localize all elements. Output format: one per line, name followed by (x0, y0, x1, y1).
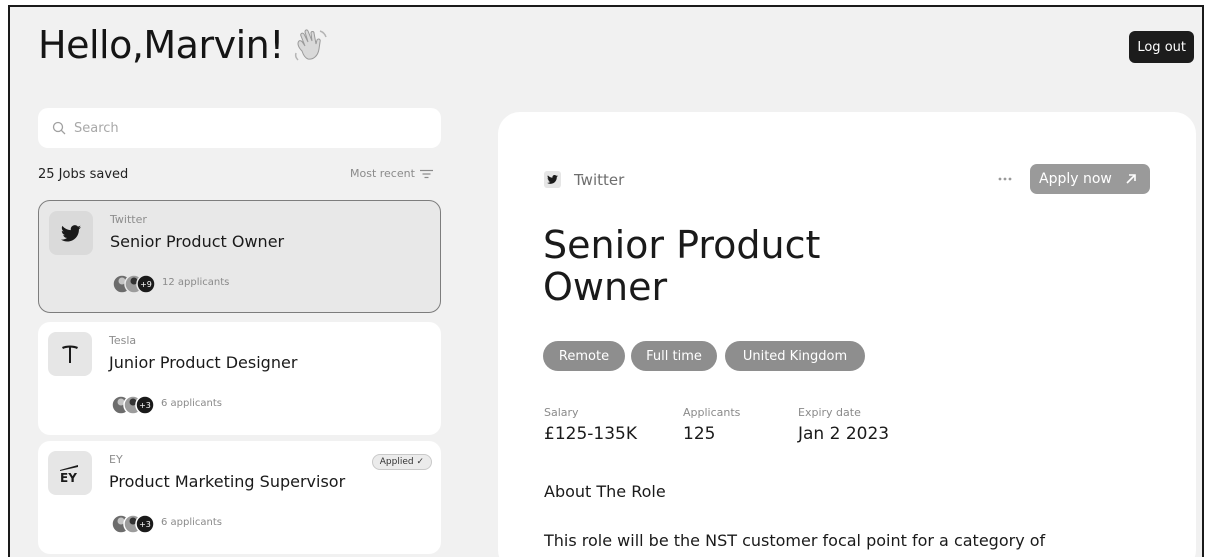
job-card[interactable]: Twitter Senior Product Owner +9 12 appli… (38, 200, 441, 313)
search-input[interactable] (74, 120, 434, 136)
applicants-count: 6 applicants (161, 398, 223, 409)
apply-now-button[interactable]: Apply now (1030, 164, 1150, 194)
job-title: Senior Product Owner (110, 232, 285, 251)
job-card[interactable]: Tesla Junior Product Designer +3 6 appli… (38, 322, 441, 435)
applicants-label: Applicants (683, 406, 741, 419)
search-icon (52, 121, 66, 135)
detail-company-name: Twitter (574, 171, 625, 189)
tag-remote: Remote (543, 341, 625, 371)
apply-now-label: Apply now (1039, 171, 1112, 187)
expiry-date-label: Expiry date (798, 406, 861, 419)
salary-value: £125-135K (544, 424, 637, 444)
logout-button[interactable]: Log out (1129, 31, 1194, 63)
salary-label: Salary (544, 406, 579, 419)
app-frame: Hello,Marvin! Log out 25 Jobs saved Most… (8, 5, 1204, 557)
extra-avatars-count: +3 (139, 401, 151, 410)
expiry-date-value: Jan 2 2023 (798, 424, 890, 444)
tag-full-time: Full time (631, 341, 717, 371)
job-title: Junior Product Designer (109, 353, 298, 372)
waving-hand-icon (294, 29, 327, 61)
twitter-logo-icon (547, 175, 558, 184)
applicant-avatars: +3 (111, 514, 155, 534)
about-role-heading: About The Role (544, 482, 666, 501)
applicants-value: 125 (683, 424, 716, 444)
saved-jobs-count: 25 Jobs saved (38, 167, 129, 182)
detail-company-logo (544, 171, 561, 188)
job-company: Tesla (109, 334, 137, 347)
applicant-avatars: +3 (111, 395, 155, 415)
search-box[interactable] (38, 108, 441, 148)
job-company: Twitter (110, 213, 147, 226)
svg-text:EY: EY (60, 471, 77, 484)
ey-logo-icon: EY (60, 465, 78, 484)
applied-badge: Applied ✓ (371, 454, 432, 470)
arrow-up-right-icon (1126, 174, 1136, 184)
extra-avatars-count: +3 (139, 520, 151, 529)
more-dots-icon[interactable] (998, 174, 1012, 184)
applicants-count: 6 applicants (161, 517, 223, 528)
job-detail-panel: Twitter Apply now Senior Product Owner R… (498, 112, 1196, 557)
company-logo (49, 211, 93, 255)
greeting-text: Hello,Marvin! (38, 23, 284, 67)
greeting-heading: Hello,Marvin! (38, 23, 330, 67)
company-logo: EY (48, 451, 92, 495)
job-card[interactable]: EY EY Applied ✓ Product Marketing Superv… (38, 441, 441, 554)
applicant-avatars: +9 (112, 274, 156, 294)
role-description: This role will be the NST customer focal… (544, 531, 1046, 557)
extra-avatars-count: +9 (140, 280, 152, 289)
job-title: Product Marketing Supervisor (109, 472, 346, 491)
job-detail-title: Senior Product Owner (543, 223, 821, 309)
sort-label: Most recent (350, 167, 415, 180)
applicants-count: 12 applicants (162, 277, 230, 288)
sort-dropdown[interactable]: Most recent (350, 167, 433, 180)
company-logo (48, 332, 92, 376)
twitter-logo-icon (61, 224, 81, 241)
sort-icon (419, 169, 433, 178)
job-company: EY (109, 453, 123, 466)
tag-location: United Kingdom (725, 341, 865, 371)
tesla-logo-icon (62, 345, 78, 363)
